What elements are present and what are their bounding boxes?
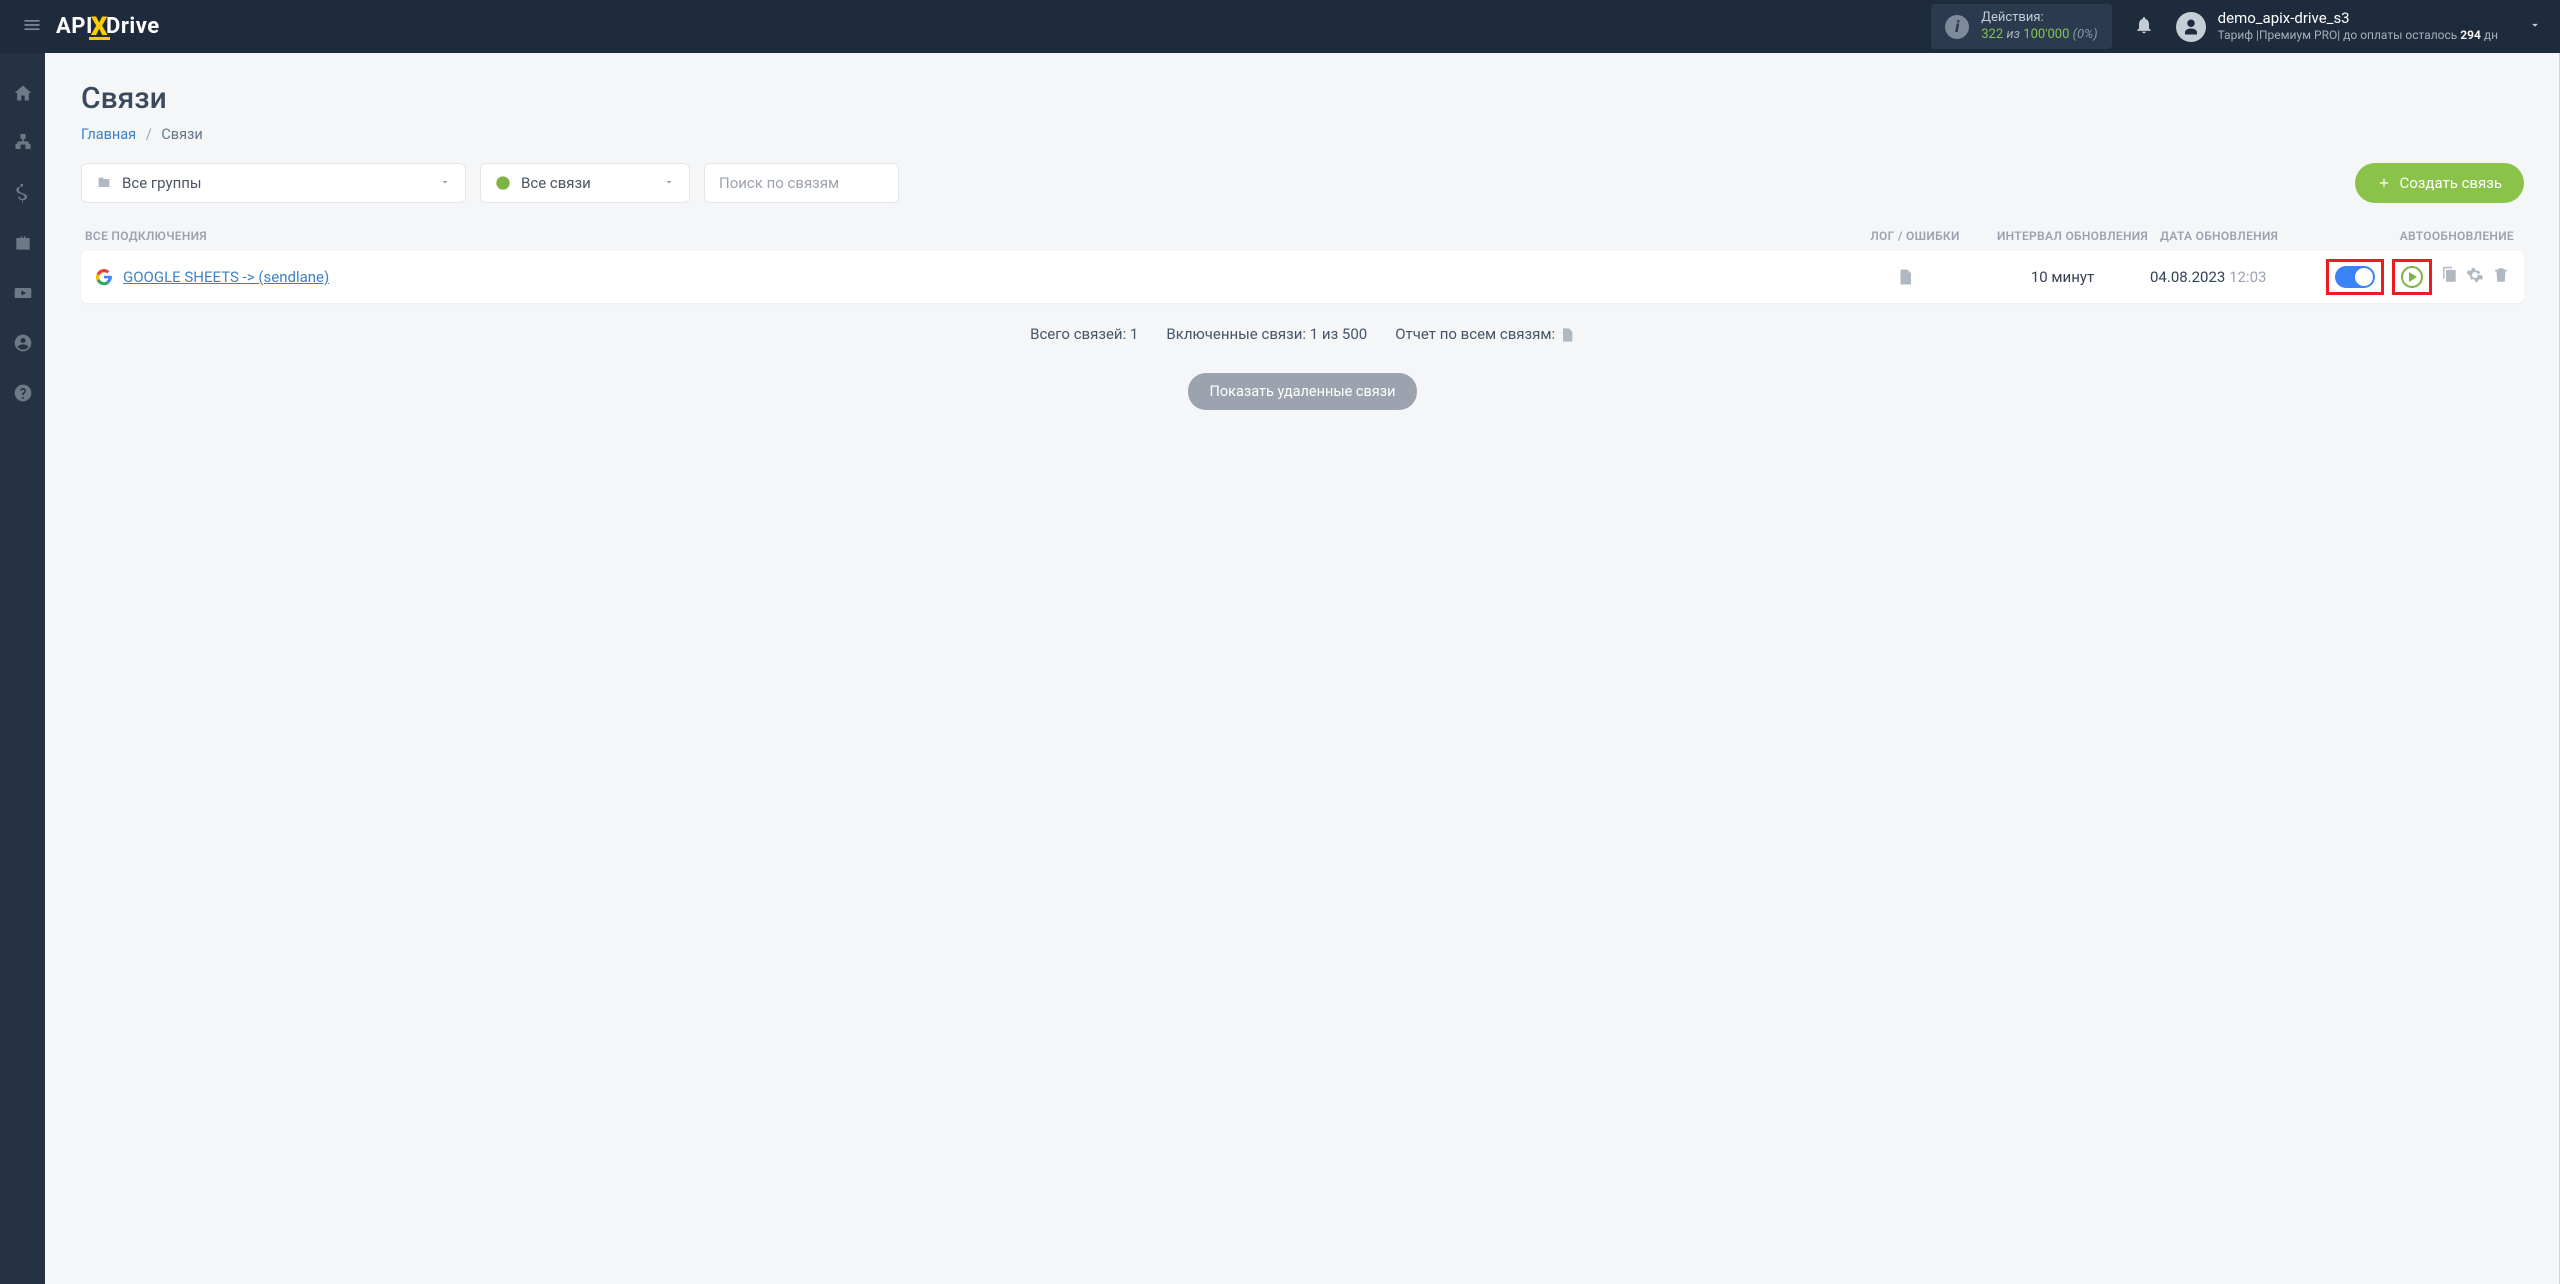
notifications-button[interactable] xyxy=(2134,15,2154,39)
gear-icon xyxy=(2466,266,2484,284)
delete-button[interactable] xyxy=(2492,266,2510,288)
connection-name-link[interactable]: GOOGLE SHEETS -> (sendlane) xyxy=(123,268,1835,286)
play-circle-icon xyxy=(495,175,511,191)
autoupdate-toggle[interactable] xyxy=(2335,266,2375,288)
create-connection-button[interactable]: Создать связь xyxy=(2355,163,2524,203)
nav-video[interactable] xyxy=(13,283,33,307)
plan-days: 294 xyxy=(2460,28,2481,42)
google-icon xyxy=(95,268,113,286)
run-now-button[interactable] xyxy=(2401,266,2423,288)
nav-home[interactable] xyxy=(13,83,33,107)
actions-of: из xyxy=(2006,27,2020,42)
document-icon xyxy=(1559,327,1575,343)
info-icon: i xyxy=(1945,15,1969,39)
user-menu-expand[interactable] xyxy=(2528,17,2542,36)
plan-prefix: Тариф |Премиум PRO| до оплаты осталось xyxy=(2218,28,2461,42)
date-cell: 04.08.2023 12:03 xyxy=(2150,268,2310,286)
connection-row: GOOGLE SHEETS -> (sendlane) 10 минут 04.… xyxy=(81,251,2524,303)
status-select-label: Все связи xyxy=(521,174,591,192)
copy-icon xyxy=(2440,266,2458,284)
plan-suffix: дн xyxy=(2481,28,2498,42)
highlight-play xyxy=(2392,259,2432,295)
stats-row: Всего связей: 1 Включенные связи: 1 из 5… xyxy=(81,325,2524,343)
nav-connections[interactable] xyxy=(13,133,33,157)
logo-text-left: API xyxy=(56,14,93,39)
hamburger-icon xyxy=(22,15,42,35)
breadcrumb-current: Связи xyxy=(161,126,202,143)
actions-used: 322 xyxy=(1981,27,2003,42)
settings-button[interactable] xyxy=(2466,266,2484,288)
breadcrumb-sep: / xyxy=(146,126,152,143)
user-menu[interactable]: demo_apix-drive_s3 Тариф |Премиум PRO| д… xyxy=(2176,9,2498,44)
report-download[interactable] xyxy=(1559,325,1575,343)
breadcrumb-home[interactable]: Главная xyxy=(81,126,136,143)
logo[interactable]: API X Drive xyxy=(56,12,160,42)
user-text: demo_apix-drive_s3 Тариф |Премиум PRO| д… xyxy=(2218,9,2498,44)
status-select[interactable]: Все связи xyxy=(480,163,690,203)
nav-billing[interactable] xyxy=(13,183,33,207)
user-circle-icon xyxy=(13,333,33,353)
actions-counter[interactable]: i Действия: 322 из 100'000 (0%) xyxy=(1931,4,2111,50)
help-icon xyxy=(13,383,33,403)
sidenav xyxy=(0,53,45,1284)
chevron-down-icon xyxy=(2528,18,2542,32)
search-input[interactable] xyxy=(704,163,899,203)
dollar-icon xyxy=(13,183,33,203)
actions-text: Действия: 322 из 100'000 (0%) xyxy=(1981,10,2097,44)
col-name: ВСЕ ПОДКЛЮЧЕНИЯ xyxy=(85,229,1845,243)
logo-x-icon: X xyxy=(91,12,108,42)
topbar-right: i Действия: 322 из 100'000 (0%) demo_api… xyxy=(1931,4,2542,50)
stat-total: Всего связей: 1 xyxy=(1030,325,1138,343)
time-value: 12:03 xyxy=(2229,268,2266,286)
log-cell xyxy=(1835,268,1975,286)
chevron-down-icon xyxy=(439,174,451,192)
highlight-toggle xyxy=(2326,259,2384,295)
chevron-down-icon xyxy=(663,174,675,192)
col-log: ЛОГ / ОШИБКИ xyxy=(1845,229,1985,243)
menu-toggle[interactable] xyxy=(18,11,46,43)
avatar xyxy=(2176,12,2206,42)
col-date: ДАТА ОБНОВЛЕНИЯ xyxy=(2160,229,2320,243)
user-icon xyxy=(2182,18,2200,36)
interval-cell: 10 минут xyxy=(1975,268,2150,286)
stat-enabled: Включенные связи: 1 из 500 xyxy=(1166,325,1367,343)
folder-icon xyxy=(96,175,112,191)
main-content: Связи Главная / Связи Все группы Все свя… xyxy=(45,53,2560,438)
show-deleted-button[interactable]: Показать удаленные связи xyxy=(1188,373,1418,410)
page-title: Связи xyxy=(81,81,2524,116)
plus-icon xyxy=(2377,176,2391,190)
nav-account[interactable] xyxy=(13,333,33,357)
create-button-label: Создать связь xyxy=(2399,174,2502,192)
col-auto: АВТООБНОВЛЕНИЕ xyxy=(2320,229,2520,243)
copy-button[interactable] xyxy=(2440,266,2458,288)
user-name: demo_apix-drive_s3 xyxy=(2218,9,2498,29)
trash-icon xyxy=(2492,266,2510,284)
date-value: 04.08.2023 xyxy=(2150,268,2225,286)
home-icon xyxy=(13,83,33,103)
filters-row: Все группы Все связи Создать связь xyxy=(81,163,2524,203)
actions-cap: 100'000 xyxy=(2023,27,2069,42)
logo-text-right: Drive xyxy=(106,14,160,39)
col-interval: ИНТЕРВАЛ ОБНОВЛЕНИЯ xyxy=(1985,229,2160,243)
actions-pct: (0%) xyxy=(2073,27,2098,42)
briefcase-icon xyxy=(13,233,33,253)
stat-report-label: Отчет по всем связям: xyxy=(1395,325,1555,343)
nav-help[interactable] xyxy=(13,383,33,407)
breadcrumb: Главная / Связи xyxy=(81,126,2524,143)
youtube-icon xyxy=(13,283,33,303)
nav-business[interactable] xyxy=(13,233,33,257)
group-select-label: Все группы xyxy=(122,174,202,192)
sitemap-icon xyxy=(13,133,33,153)
bell-icon xyxy=(2134,15,2154,35)
document-icon[interactable] xyxy=(1896,268,1914,286)
actions-label: Действия: xyxy=(1981,10,2097,27)
group-select[interactable]: Все группы xyxy=(81,163,466,203)
auto-cell xyxy=(2310,259,2510,295)
topbar: API X Drive i Действия: 322 из 100'000 (… xyxy=(0,0,2560,53)
table-header: ВСЕ ПОДКЛЮЧЕНИЯ ЛОГ / ОШИБКИ ИНТЕРВАЛ ОБ… xyxy=(81,229,2524,243)
